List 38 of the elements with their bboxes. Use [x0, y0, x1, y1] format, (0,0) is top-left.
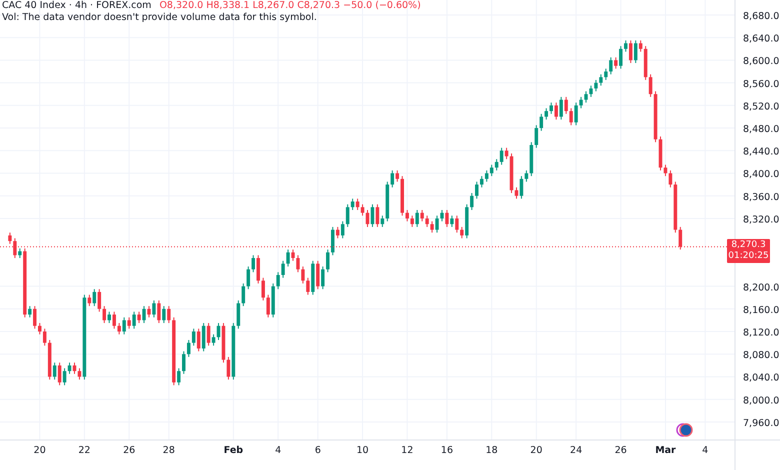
volume-note: Vol: The data vendor doesn't provide volume data for this symbol.	[2, 12, 318, 23]
last-price-tag: 8,270.3 01:20:25	[727, 238, 770, 263]
time-axis-label: 22	[78, 445, 90, 456]
time-axis-label: Mar	[655, 445, 676, 456]
time-axis-label: 10	[356, 445, 369, 456]
time-axis-label: 18	[486, 445, 498, 456]
price-axis-label: 8,040.0	[743, 372, 780, 384]
time-axis-label: 20	[34, 445, 46, 456]
time-axis-label: 6	[314, 445, 321, 456]
price-axis-label: 8,360.0	[743, 192, 780, 203]
price-axis-label: 8,640.0	[743, 34, 780, 45]
event-marker-icon[interactable]	[676, 423, 693, 437]
price-axis-label: 7,960.0	[743, 418, 780, 429]
price-axis-label: 8,520.0	[743, 101, 780, 112]
ohlc-values: O8,320.0 H8,338.1 L8,267.0 C8,270.3 −50.0 (−0.60%)	[159, 0, 421, 12]
time-axis-label: 4	[275, 445, 282, 456]
price-axis-label: 8,600.0	[743, 56, 780, 68]
price-axis-label: 8,000.0	[743, 395, 780, 406]
time-axis-label: 28	[162, 445, 175, 456]
time-axis-label: 24	[570, 445, 582, 456]
price-axis-label: 8,320.0	[743, 214, 780, 226]
time-axis-label: 26	[123, 445, 136, 456]
price-axis-label: 8,160.0	[743, 304, 780, 316]
time-axis-label: 26	[614, 445, 627, 456]
time-axis-label: 12	[401, 445, 414, 456]
price-axis-label: 8,120.0	[743, 328, 780, 339]
time-axis-label: Feb	[224, 445, 244, 456]
price-axis-label: 8,080.0	[743, 350, 780, 362]
price-axis-label: 8,440.0	[743, 146, 780, 158]
time-axis-label: 16	[440, 445, 453, 456]
time-axis-label: 20	[530, 445, 542, 456]
price-axis-label: 8,200.0	[743, 282, 780, 294]
price-axis-label: 8,480.0	[743, 124, 780, 136]
symbol-title: CAC 40 Index · 4h · FOREX.com	[2, 0, 152, 12]
price-axis-label: 8,400.0	[743, 169, 780, 180]
price-axis-label: 8,680.0	[743, 10, 780, 22]
time-axis-label: 4	[702, 445, 708, 456]
price-axis-label: 8,560.0	[743, 78, 780, 90]
